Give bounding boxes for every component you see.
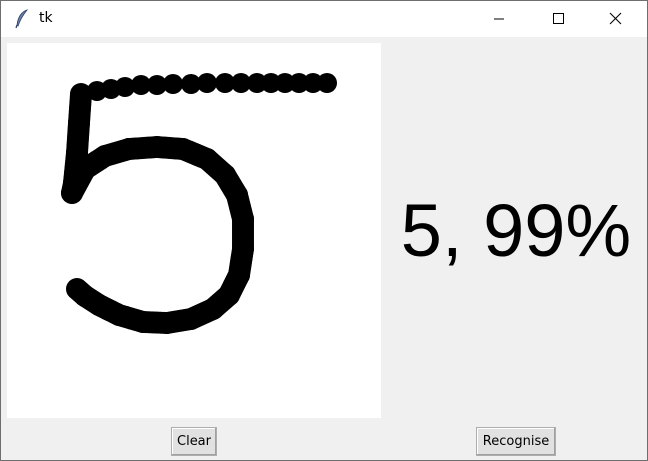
stroke-dot — [317, 73, 337, 93]
feather-icon — [15, 9, 29, 29]
clear-button[interactable]: Clear — [171, 427, 217, 456]
drawing-canvas[interactable] — [7, 43, 381, 418]
title-bar[interactable]: tk — [1, 1, 647, 37]
stroke-dot — [197, 73, 217, 93]
close-icon — [609, 12, 622, 25]
window-title: tk — [39, 10, 53, 26]
maximize-icon — [553, 13, 564, 24]
recognise-button[interactable]: Recognise — [476, 427, 556, 456]
stroke-dot — [66, 278, 88, 300]
handwritten-digit — [61, 73, 337, 334]
maximize-button[interactable] — [535, 1, 581, 37]
minimize-icon — [494, 18, 504, 20]
stroke-dot — [163, 74, 183, 94]
minimize-button[interactable] — [476, 1, 522, 37]
close-button[interactable] — [592, 1, 638, 37]
prediction-result: 5, 99% — [400, 189, 632, 272]
app-window: tk 5, 99% Clear Recognise — [0, 0, 648, 461]
